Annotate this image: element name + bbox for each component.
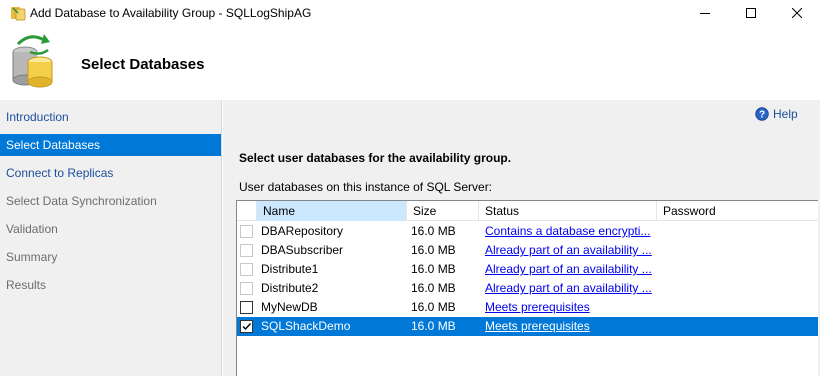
database-size: 16.0 MB [411, 300, 456, 314]
column-header-select[interactable] [237, 201, 257, 221]
wizard-header: Select Databases [0, 26, 820, 100]
page-title: Select Databases [81, 56, 205, 73]
nav-item-results: Results [6, 278, 47, 292]
database-name: Distribute2 [261, 281, 319, 295]
window-title: Add Database to Availability Group - SQL… [30, 6, 312, 20]
table-row[interactable]: SQLShackDemo 16.0 MB Meets prerequisites [237, 317, 818, 336]
database-name: Distribute1 [261, 262, 319, 276]
main-panel: ? Help Select user databases for the ava… [223, 100, 820, 376]
checkmark-icon [242, 323, 252, 331]
status-link[interactable]: Meets prerequisites [485, 317, 657, 336]
database-size: 16.0 MB [411, 224, 456, 238]
svg-text:?: ? [759, 110, 765, 121]
row-checkbox[interactable] [240, 301, 253, 314]
column-header-status[interactable]: Status [479, 201, 657, 221]
database-size: 16.0 MB [411, 319, 456, 333]
nav-item-connect-to-replicas[interactable]: Connect to Replicas [0, 162, 221, 184]
instructions-text: Select user databases for the availabili… [239, 151, 512, 165]
status-link[interactable]: Already part of an availability ... [485, 279, 657, 298]
help-link[interactable]: ? Help [755, 107, 798, 121]
database-size: 16.0 MB [411, 262, 456, 276]
status-link[interactable]: Meets prerequisites [485, 298, 657, 317]
nav-item-select-databases[interactable]: Select Databases [0, 134, 221, 156]
row-checkbox [240, 263, 253, 276]
minimize-button[interactable] [682, 0, 728, 26]
close-button[interactable] [774, 0, 820, 26]
status-link[interactable]: Already part of an availability ... [485, 241, 657, 260]
table-row[interactable]: DBARepository 16.0 MB Contains a databas… [237, 222, 818, 241]
database-size: 16.0 MB [411, 281, 456, 295]
table-row[interactable]: Distribute2 16.0 MB Already part of an a… [237, 279, 818, 298]
database-name: DBARepository [261, 224, 344, 238]
minimize-icon [700, 13, 710, 14]
table-row[interactable]: DBASubscriber 16.0 MB Already part of an… [237, 241, 818, 260]
nav-item-validation: Validation [6, 222, 58, 236]
column-header-password[interactable]: Password [657, 201, 818, 221]
row-checkbox [240, 244, 253, 257]
database-grid: Name Size Status Password DBARepository … [236, 200, 818, 376]
wizard-nav: Introduction Select Databases Connect to… [0, 100, 222, 376]
title-bar: Add Database to Availability Group - SQL… [0, 0, 820, 26]
row-checkbox [240, 225, 253, 238]
nav-item-select-data-synchronization: Select Data Synchronization [6, 194, 157, 208]
close-icon [792, 8, 802, 18]
database-name: DBASubscriber [261, 243, 344, 257]
help-icon: ? [755, 107, 769, 121]
maximize-button[interactable] [728, 0, 774, 26]
row-checkbox[interactable] [240, 320, 253, 333]
row-checkbox [240, 282, 253, 295]
table-row[interactable]: Distribute1 16.0 MB Already part of an a… [237, 260, 818, 279]
database-size: 16.0 MB [411, 243, 456, 257]
database-name: MyNewDB [261, 300, 318, 314]
grid-header: Name Size Status Password [237, 201, 818, 221]
nav-item-introduction[interactable]: Introduction [0, 106, 221, 128]
nav-item-summary: Summary [6, 250, 58, 264]
app-icon [11, 7, 26, 21]
database-sync-icon [12, 34, 53, 88]
status-link[interactable]: Contains a database encrypti... [485, 222, 657, 241]
table-row[interactable]: MyNewDB 16.0 MB Meets prerequisites [237, 298, 818, 317]
column-header-name[interactable]: Name [257, 201, 407, 221]
help-label: Help [773, 107, 798, 121]
maximize-icon [746, 8, 756, 18]
database-name: SQLShackDemo [261, 319, 351, 333]
status-link[interactable]: Already part of an availability ... [485, 260, 657, 279]
column-header-size[interactable]: Size [407, 201, 479, 221]
grid-label: User databases on this instance of SQL S… [239, 180, 493, 194]
